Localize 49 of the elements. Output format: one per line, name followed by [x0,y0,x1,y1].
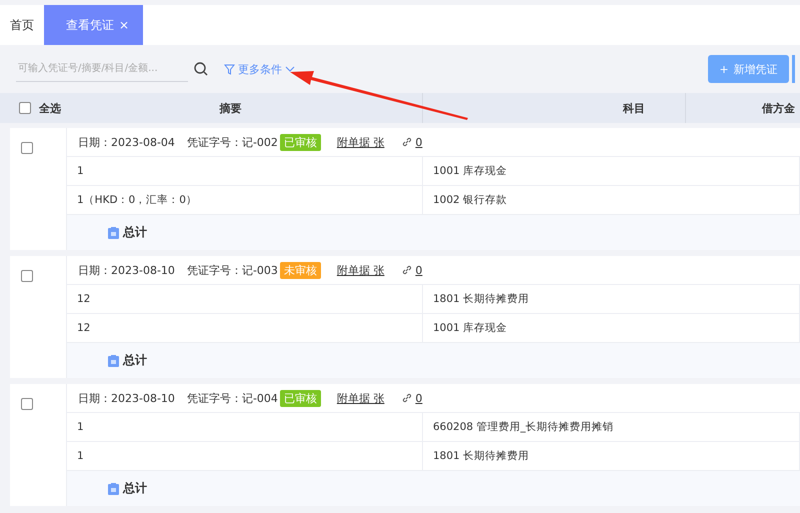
voucher-number: 凭证字号：记-003 [186,262,278,278]
account-cell: 1801 长期待摊费用 [433,292,530,306]
summary-cell: 12 [77,293,90,305]
link-count[interactable]: 0 [415,264,422,276]
summary-cell: 1（HKD：0，汇率：0） [77,193,197,207]
checkbox[interactable] [21,142,33,154]
voucher-date: 日期：2023-08-10 [78,390,175,406]
tab[interactable]: 首页 [0,5,44,45]
calculator-icon [108,354,119,366]
checkbox[interactable] [21,270,33,282]
column-header: 借方金 [762,100,795,116]
link-icon [402,137,412,147]
filter-icon [224,64,235,74]
voucher-date: 日期：2023-08-10 [78,262,175,278]
search-icon[interactable] [194,62,208,76]
total-label: 总计 [123,224,147,241]
attachments-link[interactable]: 附单据 张 [336,262,384,278]
summary-cell: 12 [77,322,90,334]
voucher-date: 日期：2023-08-04 [78,134,175,150]
link-icon [402,393,412,403]
column-header: 全选 [39,100,61,116]
summary-cell: 1 [77,421,84,433]
voucher-number: 凭证字号：记-002 [186,134,278,150]
chevron-down-icon [285,66,295,72]
account-cell: 660208 管理费用_长期待摊费用摊销 [433,420,614,434]
voucher-number: 凭证字号：记-004 [186,390,278,406]
link-count[interactable]: 0 [415,392,422,404]
calculator-icon [108,482,119,494]
column-header: 摘要 [220,100,242,116]
search-field[interactable]: 可输入凭证号/摘要/科目/金额... [16,56,188,82]
checkbox[interactable] [21,398,33,410]
calculator-icon [108,226,119,238]
status-tag: 已审核 [280,134,321,150]
attachments-link[interactable]: 附单据 张 [336,390,384,406]
column-header: 科目 [623,100,645,116]
link-count[interactable]: 0 [415,136,422,148]
account-cell: 1002 银行存款 [433,193,508,207]
account-cell: 1001 库存现金 [433,164,508,178]
status-tag: 未审核 [280,262,321,278]
account-cell: 1801 长期待摊费用 [433,449,530,463]
attachments-link[interactable]: 附单据 张 [336,134,384,150]
status-tag: 已审核 [280,390,321,406]
total-label: 总计 [123,352,147,369]
account-cell: 1001 库存现金 [433,321,508,335]
checkbox[interactable] [19,102,31,114]
summary-cell: 1 [77,450,84,462]
summary-cell: 1 [77,165,84,177]
link-icon [402,265,412,275]
total-label: 总计 [123,480,147,497]
